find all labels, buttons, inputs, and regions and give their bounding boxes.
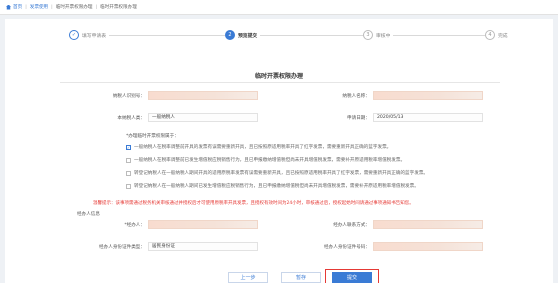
- main-panel: ✓ 填写申请表 2 预览提交 3 审核中 4 完成 临时开票权限办理 纳税人识别…: [5, 19, 553, 283]
- step-label: 预览提交: [238, 33, 258, 39]
- step-fill-form: ✓ 填写申请表: [69, 30, 109, 40]
- submit-button[interactable]: 提交: [332, 272, 372, 283]
- checkbox-label: 一般纳税人在税率调整前开具的发票有误需要重新开具，且已按照原适用税率开具了红字发…: [134, 145, 392, 150]
- handler-contact-field[interactable]: [373, 220, 483, 229]
- checkbox-option-2[interactable]: 一般纳税人在税率调整前已发生增值税应税销售行为，且已申报缴纳增值税但尚未开具增值…: [126, 157, 405, 163]
- breadcrumb-separator: |: [51, 4, 53, 10]
- progress-steps: ✓ 填写申请表 2 预览提交 3 审核中 4 完成: [5, 19, 553, 51]
- checkbox[interactable]: [126, 170, 131, 176]
- step-reviewing: 3 审核中: [363, 30, 394, 40]
- taxpayer-type-field: 一般纳税人: [148, 113, 258, 122]
- id-number-field: [373, 242, 483, 251]
- handler-section-title: 经办人信息: [77, 212, 100, 217]
- taxpayer-id-label: 纳税人识别号：: [112, 94, 145, 99]
- taxpayer-name-label: 纳税人名称：: [342, 94, 370, 99]
- handler-label: *经办人：: [124, 223, 145, 228]
- apply-date-field: 2020/05/13: [373, 113, 483, 122]
- step-preview-submit: 2 预览提交: [225, 30, 261, 40]
- id-type-label: 经办人身份证件类型：: [99, 245, 145, 250]
- breadcrumb-separator: |: [95, 4, 98, 10]
- checkbox-label: 一般纳税人在税率调整前已发生增值税应税销售行为，且已申报缴纳增值税但尚未开具增值…: [134, 158, 406, 163]
- breadcrumb-temp-permission[interactable]: 临时开票权限办理: [56, 4, 93, 10]
- save-button[interactable]: 暂存: [281, 272, 321, 283]
- handler-select[interactable]: [148, 220, 258, 229]
- breadcrumb: 首页 | 发票使用 | 临时开票权限办理 | 临时开票权限办理: [0, 0, 558, 15]
- step-number: 4: [485, 30, 495, 40]
- checkbox-label: 转登记纳税人在一般纳税人期间开具的适用原税率发票有误需要重新开具，且已按照原适用…: [134, 171, 429, 176]
- checkbox-group-title: *办理临时开票权限属于：: [126, 133, 179, 139]
- taxpayer-name-field: [373, 91, 483, 100]
- checkbox-option-4[interactable]: 转登记纳税人在一般纳税人期间已发生增值税应税销售行为，且已申报缴纳增值税但尚未开…: [126, 183, 419, 189]
- step-label: 审核中: [376, 33, 391, 39]
- taxpayer-id-field: [148, 91, 258, 100]
- checkbox-option-1[interactable]: ✓ 一般纳税人在税率调整前开具的发票有误需要重新开具，且已按照原适用税率开具了红…: [126, 144, 391, 150]
- id-type-field: 居民身份证: [148, 242, 258, 251]
- breadcrumb-separator: |: [25, 4, 27, 10]
- breadcrumb-invoice-use[interactable]: 发票使用: [30, 4, 48, 10]
- taxpayer-type-label: 本纳税人类：: [117, 116, 145, 121]
- divider: [60, 82, 500, 83]
- check-icon: ✓: [69, 30, 79, 40]
- step-complete: 4 完成: [485, 30, 511, 40]
- step-number: 2: [225, 30, 235, 40]
- step-label: 填写申请表: [82, 33, 106, 39]
- checkbox[interactable]: ✓: [126, 144, 131, 150]
- apply-date-label: 申请日期：: [347, 116, 370, 121]
- steps-line: [75, 35, 505, 36]
- checkbox[interactable]: [126, 157, 131, 163]
- breadcrumb-home[interactable]: 首页: [13, 4, 22, 10]
- checkbox-label: 转登记纳税人在一般纳税人期间已发生增值税应税销售行为，且已申报缴纳增值税但尚未开…: [134, 184, 419, 189]
- checkbox-group-label: *办理临时开票权限属于：: [126, 134, 179, 139]
- warning-notice: 温馨提示：该事项需通过税务机关审核通过并授权后才可使用原税率开具发票，且授权有效…: [93, 201, 414, 206]
- handler-contact-label: 经办人联系方式：: [333, 223, 370, 228]
- step-number: 3: [363, 30, 373, 40]
- checkbox-option-3[interactable]: 转登记纳税人在一般纳税人期间开具的适用原税率发票有误需要重新开具，且已按照原适用…: [126, 170, 428, 176]
- breadcrumb-current: 临时开票权限办理: [100, 5, 137, 10]
- checkbox[interactable]: [126, 183, 131, 189]
- step-label: 完成: [498, 33, 508, 39]
- home-icon[interactable]: [6, 4, 11, 10]
- prev-button[interactable]: 上一步: [228, 272, 268, 283]
- id-number-label: 经办人身份证件号码：: [324, 245, 370, 250]
- form-title: 临时开票权限办理: [254, 73, 303, 80]
